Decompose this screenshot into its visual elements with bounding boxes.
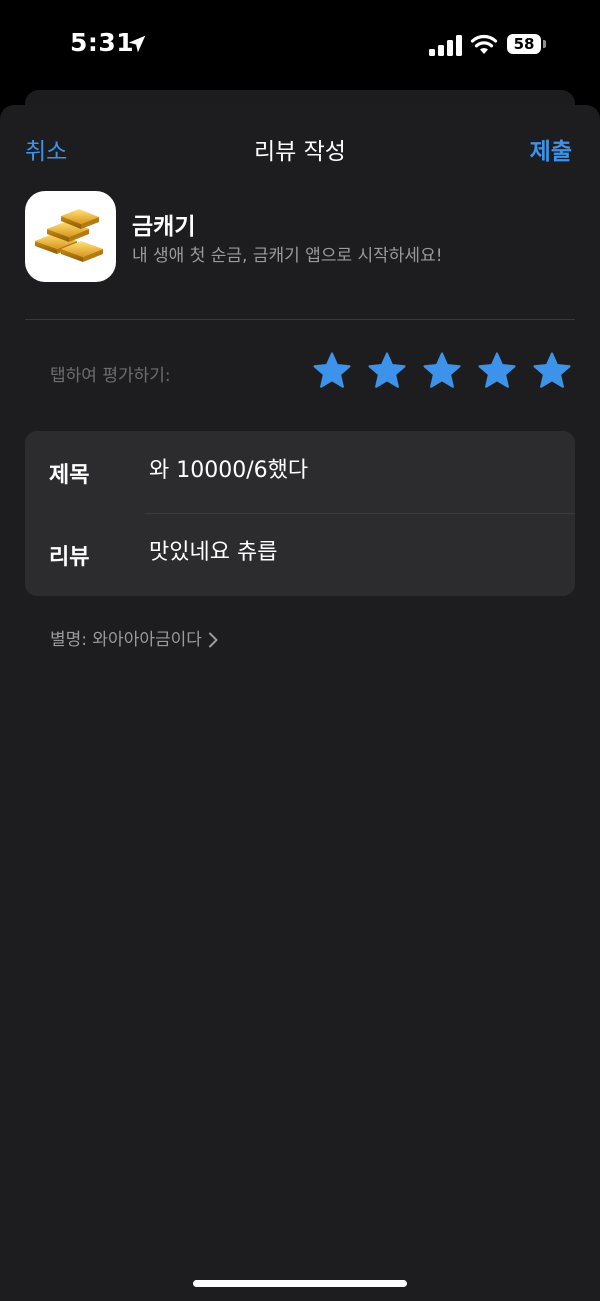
title-input[interactable]: [149, 455, 549, 480]
wifi-icon: [470, 34, 498, 54]
star-icon[interactable]: [366, 350, 408, 392]
star-icon[interactable]: [476, 350, 518, 392]
cellular-signal-icon: [429, 35, 462, 56]
title-label: 제목: [49, 463, 90, 488]
battery-level: 58: [507, 34, 541, 54]
review-sheet: [0, 105, 600, 1301]
row-divider: [145, 513, 575, 514]
chevron-right-icon: [208, 632, 218, 648]
gold-bars-icon: [35, 209, 103, 262]
review-input[interactable]: [149, 537, 549, 562]
review-label: 리뷰: [49, 545, 90, 570]
nickname-text: 별명: 와아아아금이다: [50, 630, 202, 650]
app-subtitle: 내 생애 첫 순금, 금캐기 앱으로 시작하세요!: [132, 246, 443, 266]
review-form-card: 제목 리뷰: [25, 431, 575, 596]
status-time: 5:31: [70, 28, 135, 57]
cancel-button[interactable]: 취소: [25, 132, 67, 166]
location-arrow-icon: [128, 35, 146, 53]
star-icon[interactable]: [531, 350, 573, 392]
status-bar: 5:31 58: [0, 0, 600, 90]
star-icon[interactable]: [311, 350, 353, 392]
rating-label: 탭하여 평가하기:: [50, 366, 171, 386]
star-icon[interactable]: [421, 350, 463, 392]
app-name: 금캐기: [132, 214, 196, 240]
home-indicator: [193, 1280, 407, 1287]
divider: [25, 319, 575, 320]
app-icon: [25, 191, 116, 282]
nickname-link[interactable]: 별명: 와아아아금이다: [50, 625, 218, 650]
battery-icon: 58: [507, 34, 547, 56]
submit-button[interactable]: 제출: [530, 132, 572, 166]
